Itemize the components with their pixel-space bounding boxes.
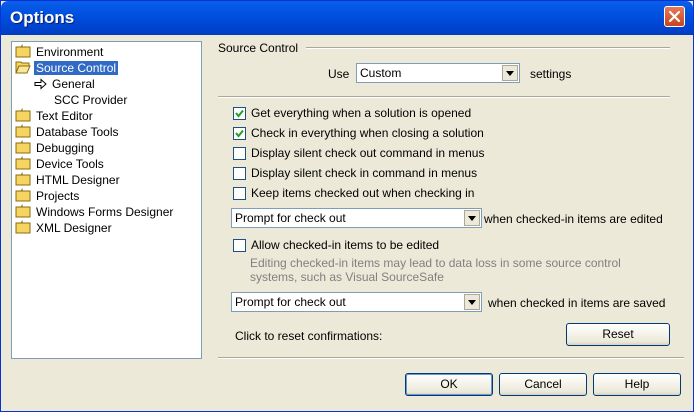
settings-combo-value: Custom <box>360 66 402 80</box>
edit-action-combo[interactable]: Prompt for check out <box>231 208 482 228</box>
tree-item-database-tools[interactable]: Database Tools <box>15 123 121 140</box>
folder-icon <box>15 43 31 58</box>
folder-icon <box>15 107 31 122</box>
folder-icon <box>15 187 31 202</box>
options-dialog: Options Environment Source Control Gener… <box>0 0 694 412</box>
folder-icon <box>15 219 31 234</box>
checkbox[interactable] <box>233 239 246 252</box>
tree-item-scc-provider[interactable]: SCC Provider <box>52 92 129 108</box>
reset-button[interactable]: Reset <box>566 323 670 346</box>
dialog-client: Environment Source Control General SCC P… <box>4 35 690 409</box>
settings-combo[interactable]: Custom <box>356 63 520 83</box>
use-label: Use <box>328 67 350 81</box>
checkbox[interactable] <box>233 127 246 140</box>
allow-edit-note: Editing checked-in items may lead to dat… <box>250 256 621 284</box>
folder-open-icon <box>15 60 31 74</box>
options-tree[interactable]: Environment Source Control General SCC P… <box>11 41 202 359</box>
tree-item-windows-forms-designer[interactable]: Windows Forms Designer <box>15 203 175 220</box>
folder-icon <box>15 123 31 138</box>
tree-item-text-editor[interactable]: Text Editor <box>15 107 95 124</box>
ok-button[interactable]: OK <box>405 373 493 396</box>
tree-item-source-control[interactable]: Source Control <box>15 60 119 76</box>
tree-item-general[interactable]: General <box>34 76 97 92</box>
checkbox[interactable] <box>233 187 246 200</box>
arrow-icon <box>34 78 50 94</box>
checkbox[interactable] <box>233 147 246 160</box>
tree-item-xml-designer[interactable]: XML Designer <box>15 219 114 236</box>
dropdown-arrow-icon[interactable] <box>502 65 518 81</box>
settings-label: settings <box>530 67 572 81</box>
folder-icon <box>15 203 31 218</box>
save-action-combo-value: Prompt for check out <box>235 295 346 309</box>
checkbox[interactable] <box>233 167 246 180</box>
close-icon <box>668 10 681 23</box>
save-action-combo[interactable]: Prompt for check out <box>231 292 482 312</box>
tree-item-device-tools[interactable]: Device Tools <box>15 155 106 172</box>
save-action-label: when checked in items are saved <box>488 296 666 310</box>
title-bar[interactable]: Options <box>1 1 693 35</box>
cancel-button[interactable]: Cancel <box>499 373 587 396</box>
help-button[interactable]: Help <box>593 373 681 396</box>
edit-action-label: when checked-in items are edited <box>484 212 663 226</box>
dropdown-arrow-icon[interactable] <box>464 210 480 226</box>
section-divider <box>218 96 670 98</box>
edit-action-combo-value: Prompt for check out <box>235 211 346 225</box>
close-button[interactable] <box>664 6 685 27</box>
checkbox[interactable] <box>233 107 246 120</box>
tree-item-projects[interactable]: Projects <box>15 187 81 204</box>
tree-item-environment[interactable]: Environment <box>15 43 105 60</box>
group-title: Source Control <box>218 41 299 55</box>
group-title-divider <box>306 47 670 49</box>
reset-confirmations-label: Click to reset confirmations: <box>235 329 383 343</box>
tree-item-html-designer[interactable]: HTML Designer <box>15 171 122 188</box>
bottom-divider <box>218 357 684 359</box>
dropdown-arrow-icon[interactable] <box>464 294 480 310</box>
folder-icon <box>15 155 31 170</box>
tree-item-debugging[interactable]: Debugging <box>15 139 96 156</box>
folder-icon <box>15 171 31 186</box>
window-title: Options <box>10 8 75 27</box>
folder-icon <box>15 139 31 154</box>
